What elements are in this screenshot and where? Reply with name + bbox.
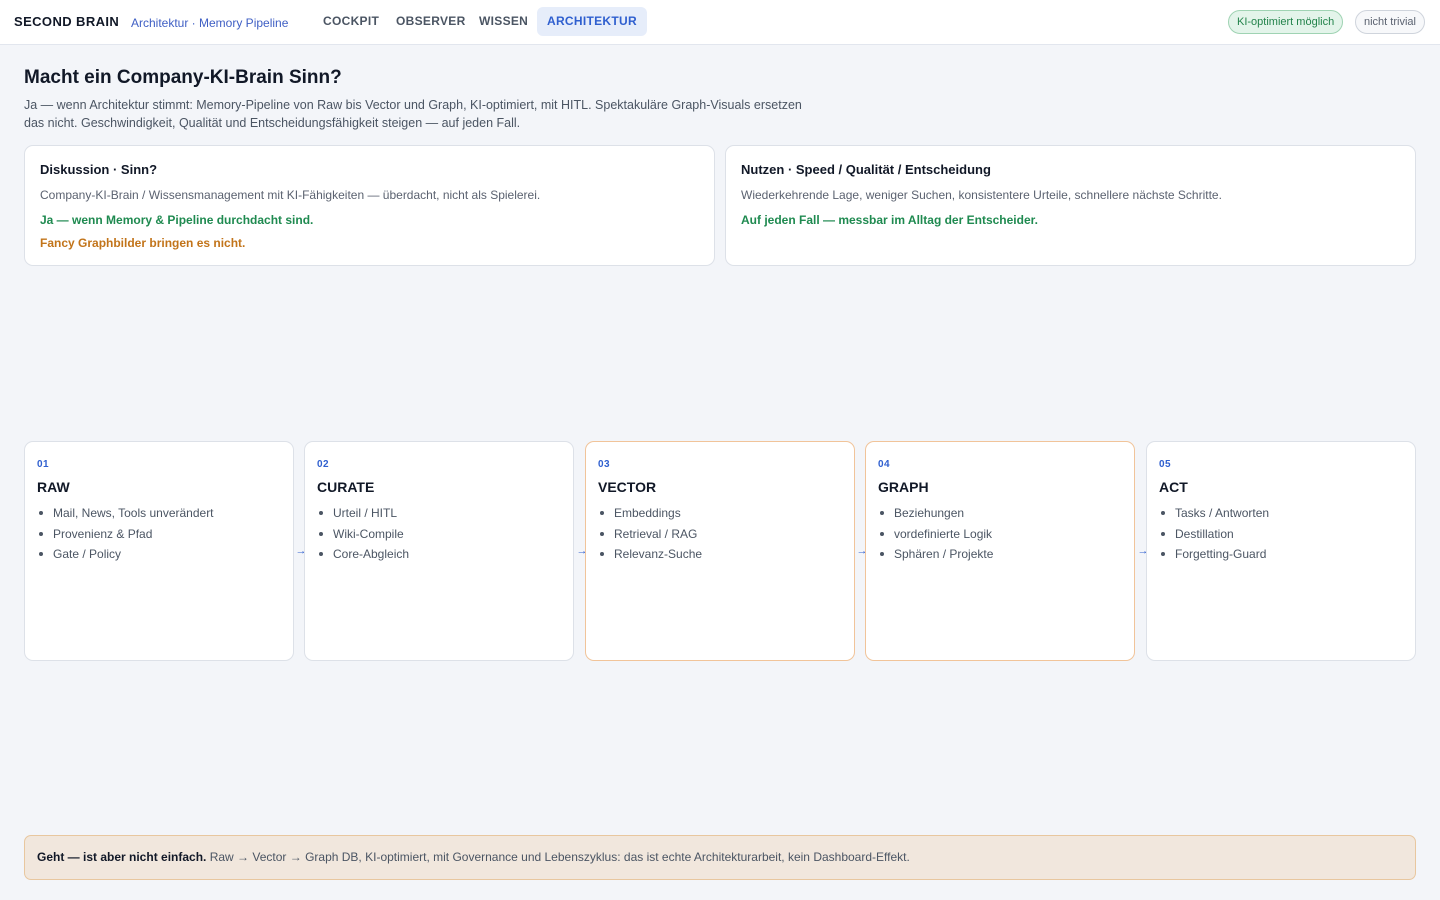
card-description: Company-KI-Brain / Wissensmanagement mit…	[40, 188, 541, 202]
footer-note-bold: Geht — ist aber nicht einfach.	[37, 850, 207, 864]
status-badge-nicht-trivial: nicht trivial	[1355, 10, 1425, 34]
step-list: Beziehungen vordefinierte Logik Sphären …	[878, 504, 993, 566]
list-item: Sphären / Projekte	[878, 545, 993, 566]
card-warning-note: Fancy Graphbilder bringen es nicht.	[40, 236, 246, 250]
list-item: Destillation	[1159, 525, 1269, 546]
pipeline-step-raw: 01 RAW Mail, News, Tools unverändert Pro…	[24, 441, 294, 661]
list-item: vordefinierte Logik	[878, 525, 993, 546]
card-positive-note: Ja — wenn Memory & Pipeline durchdacht s…	[40, 213, 314, 227]
page-title: Macht ein Company-KI-Brain Sinn?	[24, 67, 342, 88]
page-intro: Ja — wenn Architektur stimmt: Memory-Pip…	[24, 98, 802, 130]
step-number: 05	[1159, 459, 1171, 470]
step-title: VECTOR	[598, 479, 657, 495]
card-description: Wiederkehrende Lage, weniger Suchen, kon…	[741, 188, 1222, 202]
list-item: Core-Abgleich	[317, 545, 409, 566]
tab-cockpit[interactable]: COCKPIT	[313, 7, 389, 36]
card-title: Diskussion · Sinn?	[40, 162, 158, 177]
step-list: Tasks / Antworten Destillation Forgettin…	[1159, 504, 1269, 566]
list-item: Gate / Policy	[37, 545, 214, 566]
step-list: Embeddings Retrieval / RAG Relevanz-Such…	[598, 504, 702, 566]
footer-note-text: Raw → Vector → Graph DB, KI-optimiert, m…	[209, 850, 910, 864]
pipeline-step-act: 05 ACT Tasks / Antworten Destillation Fo…	[1146, 441, 1416, 661]
step-title: GRAPH	[878, 479, 929, 495]
list-item: Provenienz & Pfad	[37, 525, 214, 546]
list-item: Wiki-Compile	[317, 525, 409, 546]
pipeline-step-vector: 03 VECTOR Embeddings Retrieval / RAG Rel…	[585, 441, 855, 661]
status-badge-ki-optimiert: KI-optimiert möglich	[1228, 10, 1344, 34]
pipeline-step-graph: 04 GRAPH Beziehungen vordefinierte Logik…	[865, 441, 1135, 661]
list-item: Relevanz-Suche	[598, 545, 702, 566]
step-title: ACT	[1159, 479, 1188, 495]
step-number: 04	[878, 459, 890, 470]
list-item: Urteil / HITL	[317, 504, 409, 525]
step-number: 02	[317, 459, 329, 470]
list-item: Tasks / Antworten	[1159, 504, 1269, 525]
list-item: Forgetting-Guard	[1159, 545, 1269, 566]
brand-logo[interactable]: SECOND BRAIN	[14, 14, 119, 29]
tab-wissen[interactable]: WISSEN	[469, 7, 538, 36]
tab-architektur[interactable]: ARCHITEKTUR	[537, 7, 647, 36]
card-positive-note: Auf jeden Fall — messbar im Alltag der E…	[741, 213, 1038, 227]
list-item: Embeddings	[598, 504, 702, 525]
pipeline-step-curate: 02 CURATE Urteil / HITL Wiki-Compile Cor…	[304, 441, 574, 661]
benefit-card: Nutzen · Speed / Qualität / Entscheidung…	[725, 145, 1416, 266]
card-title: Nutzen · Speed / Qualität / Entscheidung	[741, 162, 991, 177]
list-item: Beziehungen	[878, 504, 993, 525]
step-list: Mail, News, Tools unverändert Provenienz…	[37, 504, 214, 566]
page-subtitle: Architektur · Memory Pipeline	[131, 16, 289, 30]
step-title: CURATE	[317, 479, 375, 495]
discussion-card: Diskussion · Sinn? Company-KI-Brain / Wi…	[24, 145, 715, 266]
list-item: Retrieval / RAG	[598, 525, 702, 546]
step-title: RAW	[37, 479, 70, 495]
list-item: Mail, News, Tools unverändert	[37, 504, 214, 525]
step-list: Urteil / HITL Wiki-Compile Core-Abgleich	[317, 504, 409, 566]
top-bar: SECOND BRAIN Architektur · Memory Pipeli…	[0, 0, 1440, 45]
step-number: 03	[598, 459, 610, 470]
footer-note: Geht — ist aber nicht einfach. Raw → Vec…	[24, 835, 1416, 880]
tab-observer[interactable]: OBSERVER	[386, 7, 476, 36]
step-number: 01	[37, 459, 49, 470]
